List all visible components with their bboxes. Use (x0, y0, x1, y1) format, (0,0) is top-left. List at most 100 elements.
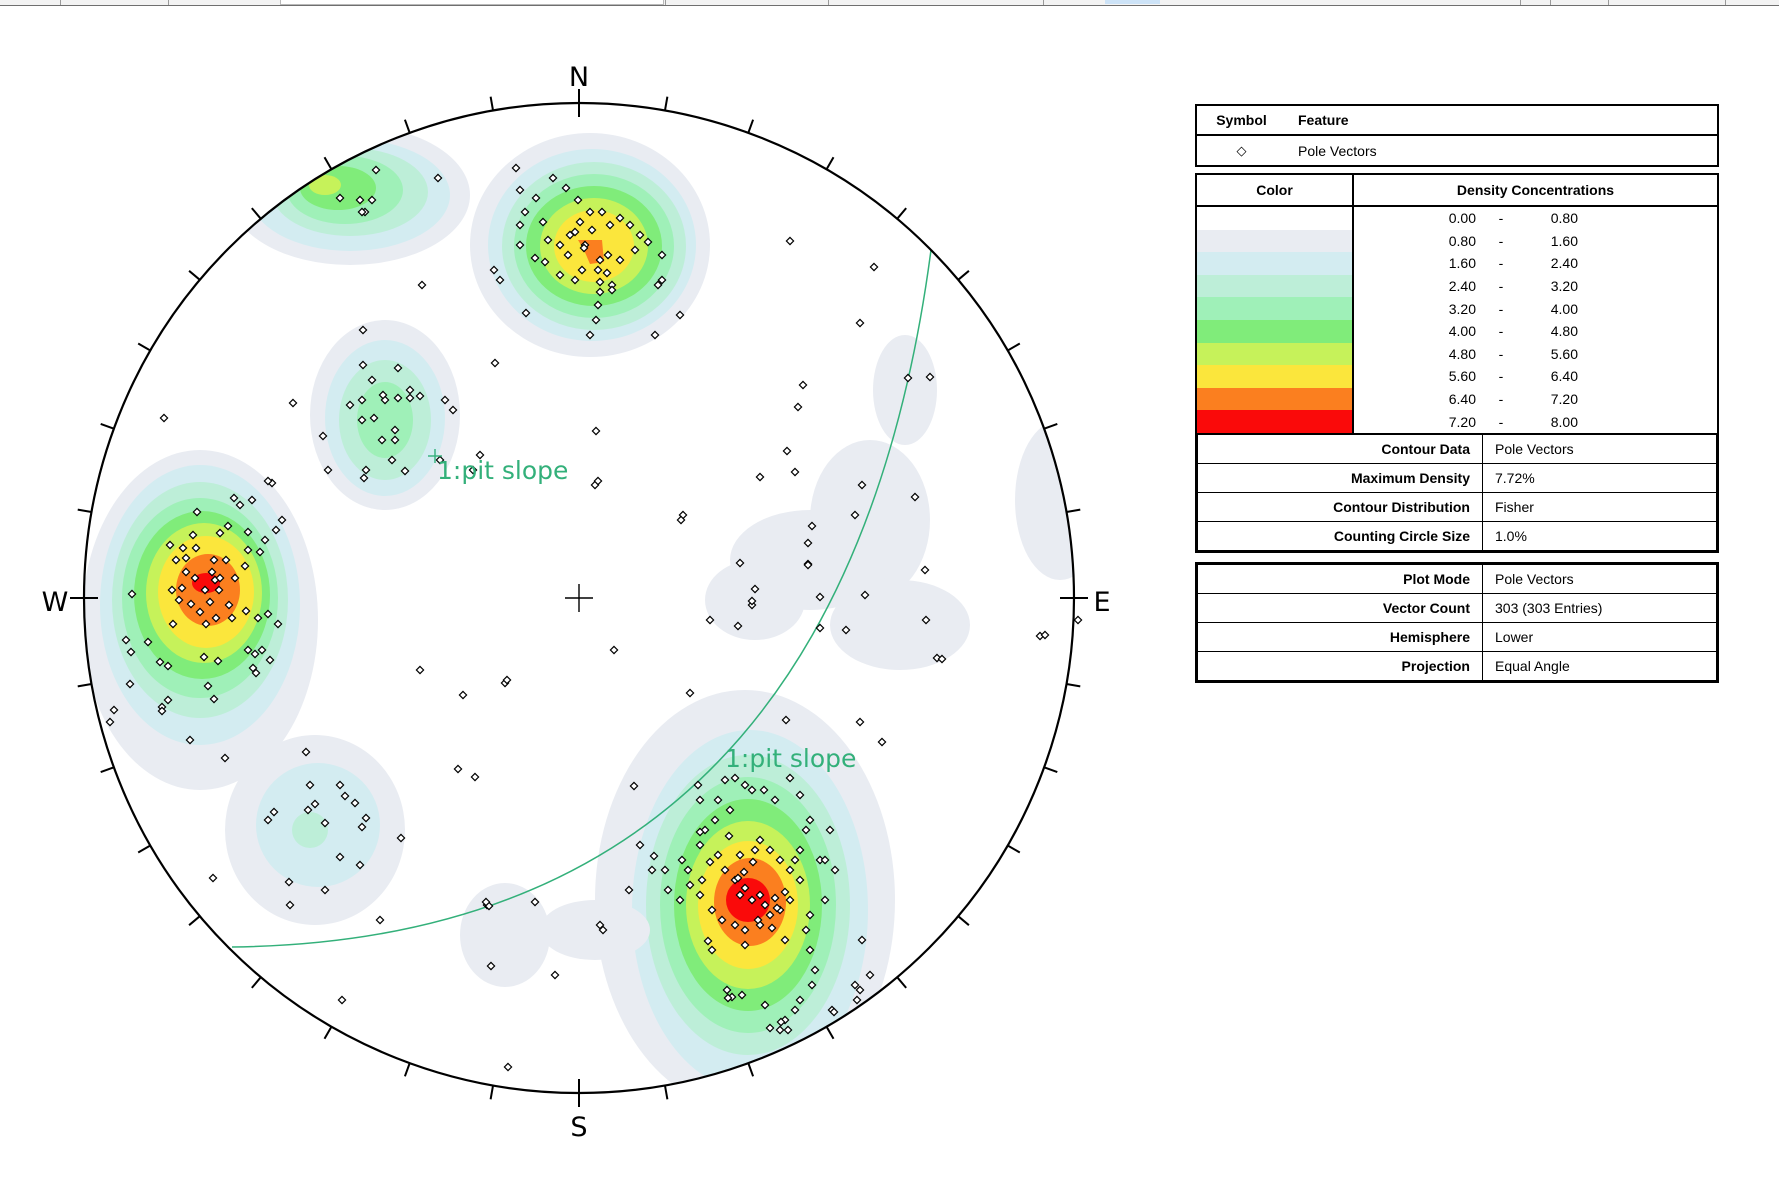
plot-info-key: Plot Mode (1197, 564, 1483, 594)
range-low: 0.00 (1448, 210, 1476, 227)
center-cross (565, 584, 593, 612)
compass-east: E (1093, 587, 1110, 618)
density-range-row: 3.20 - 4.00 (1354, 297, 1717, 320)
range-high: 0.80 (1550, 210, 1578, 227)
azimuth-tick (137, 342, 151, 352)
pole-marker (785, 236, 795, 246)
plot-info-value: Lower (1482, 622, 1717, 652)
pole-marker (1073, 615, 1083, 625)
compass-south: S (570, 1112, 587, 1143)
density-range-row: 2.40 - 3.20 (1354, 275, 1717, 298)
density-range-row: 4.80 - 5.60 (1354, 343, 1717, 366)
density-swatch (1197, 365, 1352, 388)
pole-marker (453, 764, 463, 774)
plot-info-value: Pole Vectors (1482, 564, 1717, 594)
density-range-row: 4.00 - 4.80 (1354, 320, 1717, 343)
great-circle-label: 1:pit slope (725, 744, 856, 773)
azimuth-tick (137, 844, 151, 854)
contour-info-key: Contour Distribution (1197, 491, 1483, 522)
contour-cluster-north (470, 133, 710, 357)
pole-symbol-icon: ◇ (1236, 142, 1247, 158)
color-header: Color (1197, 175, 1354, 205)
pole-marker (550, 970, 560, 980)
range-separator: - (1498, 278, 1504, 295)
azimuth-tick (957, 915, 970, 926)
azimuth-tick (1066, 682, 1081, 688)
contour-info-value: 7.72% (1482, 462, 1717, 493)
density-range-row: 5.60 - 6.40 (1354, 365, 1717, 388)
range-separator: - (1498, 345, 1504, 362)
azimuth-tick (188, 915, 201, 926)
density-ranges: 0.00-0.80 0.80-1.60 1.60-2.40 2.40-3.20 3.20… (1354, 207, 1717, 433)
azimuth-tick (489, 1085, 495, 1100)
contour-cluster-northwest (230, 125, 470, 265)
contour-cluster-southwest (225, 735, 405, 925)
density-swatch (1197, 252, 1352, 275)
pole-marker (877, 737, 887, 747)
feature-label: Pole Vectors (1298, 142, 1377, 159)
density-swatch (1197, 207, 1352, 230)
azimuth-tick (896, 976, 907, 989)
azimuth-tick (1007, 342, 1021, 352)
pole-marker (458, 690, 468, 700)
range-high: 1.60 (1550, 232, 1578, 249)
density-swatch (1197, 274, 1352, 298)
range-separator: - (1498, 413, 1504, 430)
azimuth-tick (188, 270, 201, 281)
azimuth-tick (896, 207, 907, 220)
range-low: 4.80 (1448, 345, 1476, 362)
range-low: 5.60 (1448, 368, 1476, 385)
range-high: 4.80 (1550, 323, 1578, 340)
pole-marker (417, 280, 427, 290)
density-color-swatches (1197, 207, 1354, 433)
contour-cluster-east (705, 335, 1074, 670)
azimuth-tick (251, 976, 262, 989)
azimuth-tick (747, 1062, 755, 1077)
azimuth-tick (403, 1062, 411, 1077)
density-swatch (1197, 342, 1352, 366)
azimuth-tick (403, 119, 411, 134)
range-low: 7.20 (1448, 413, 1476, 430)
range-high: 4.00 (1550, 300, 1578, 317)
azimuth-tick (1043, 766, 1058, 774)
pole-marker (591, 426, 601, 436)
density-swatch (1197, 319, 1352, 343)
range-separator: - (1498, 323, 1504, 340)
range-low: 4.00 (1448, 323, 1476, 340)
pole-marker (470, 772, 480, 782)
range-separator: - (1498, 255, 1504, 272)
range-low: 1.60 (1448, 255, 1476, 272)
range-low: 0.80 (1448, 232, 1476, 249)
azimuth-tick (1043, 422, 1058, 430)
pole-marker (415, 665, 425, 675)
pole-marker (208, 873, 218, 883)
pole-marker (685, 688, 695, 698)
pole-marker (755, 472, 765, 482)
legend-density-table: Color Density Concentrations 0.00 - 0.80 0.… (1195, 173, 1719, 553)
azimuth-tick (663, 1085, 669, 1100)
contour-info-value: Fisher (1482, 491, 1717, 522)
plot-info-row: Hemisphere Lower (1197, 622, 1717, 652)
density-swatch (1197, 297, 1352, 320)
pole-marker (798, 380, 808, 390)
azimuth-tick (747, 119, 755, 134)
contour-info-row: Contour Distribution Fisher (1197, 491, 1717, 522)
pole-marker (855, 318, 865, 328)
pole-marker (920, 565, 930, 575)
range-separator: - (1498, 232, 1504, 249)
density-swatch (1197, 387, 1352, 411)
density-header: Density Concentrations (1456, 182, 1615, 198)
pole-marker (159, 413, 169, 423)
azimuth-tick (1007, 844, 1021, 854)
density-swatch (1197, 410, 1352, 433)
azimuth-tick (957, 270, 970, 281)
legend-symbol-table: Symbol Feature ◇ Pole Vectors (1195, 104, 1719, 167)
azimuth-tick (1066, 508, 1081, 514)
range-high: 8.00 (1550, 413, 1578, 430)
range-separator: - (1498, 368, 1504, 385)
contour-info-row: Maximum Density 7.72% (1197, 462, 1717, 493)
stereonet-plot: N S E W 1:pit slope 1:pit slope (42, 62, 1111, 1143)
range-separator: - (1498, 210, 1504, 227)
contour-info-row: Counting Circle Size 1.0% (1197, 520, 1717, 551)
plot-info-row: Vector Count 303 (303 Entries) (1197, 593, 1717, 623)
